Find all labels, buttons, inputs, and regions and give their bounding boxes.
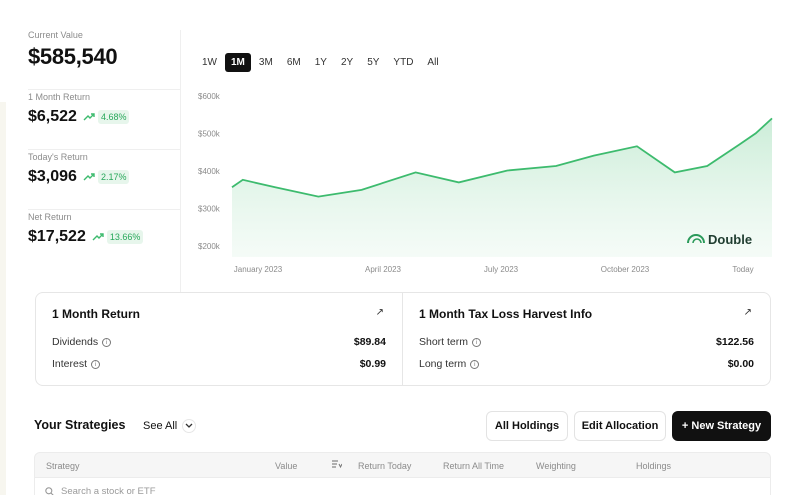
range-tab-6m[interactable]: 6M: [281, 53, 307, 72]
short-term-row: Short term i $122.56: [419, 336, 754, 348]
dividends-row: Dividends i $89.84: [52, 336, 386, 348]
month-return-label: 1 Month Return: [28, 92, 91, 102]
trend-up-icon: [83, 113, 95, 121]
double-logo-text: Double: [708, 232, 752, 247]
month-return-stat: 1 Month Return $6,522 4.68%: [28, 90, 180, 150]
net-return-stat: Net Return $17,522 13.66%: [28, 210, 180, 270]
y-axis-label: $600k: [198, 92, 221, 101]
current-value-label: Current Value: [28, 30, 83, 40]
info-icon[interactable]: i: [472, 337, 482, 347]
short-term-label: Short term: [419, 336, 469, 348]
x-axis-label: Today: [732, 265, 753, 274]
net-return-pct-badge: 13.66%: [106, 230, 144, 244]
page-background-strip: [0, 102, 6, 495]
arrow-up-right-icon[interactable]: ↗: [744, 307, 752, 318]
month-return-value: $6,522: [28, 108, 77, 125]
today-return-value: $3,096: [28, 168, 77, 185]
tax-loss-panel: 1 Month Tax Loss Harvest Info ↗ Short te…: [403, 293, 770, 385]
x-axis-label: April 2023: [365, 265, 402, 274]
today-return-pct-badge: 2.17%: [97, 170, 130, 184]
return-info-card: 1 Month Return ↗ Dividends i $89.84 Inter…: [35, 292, 771, 386]
info-icon[interactable]: i: [470, 359, 480, 369]
strategies-title: Your Strategies: [34, 418, 126, 432]
see-all-dropdown[interactable]: See All: [143, 419, 197, 433]
summary-divider: [180, 30, 181, 292]
current-value: $585,540: [28, 44, 118, 69]
strategies-table-header: Strategy Value Return Today Return All T…: [34, 452, 771, 478]
month-return-pct-badge: 4.68%: [97, 110, 130, 124]
search-input[interactable]: Search a stock or ETF: [61, 486, 156, 495]
range-tab-1m[interactable]: 1M: [225, 53, 251, 72]
range-tabs: 1W 1M 3M 6M 1Y 2Y 5Y YTD All: [196, 53, 445, 72]
y-axis-label: $500k: [198, 130, 221, 139]
trend-up-icon: [83, 173, 95, 181]
interest-row: Interest i $0.99: [52, 358, 386, 370]
column-value[interactable]: Value: [275, 461, 297, 471]
info-icon[interactable]: i: [91, 359, 101, 369]
month-return-title: 1 Month Return: [52, 307, 140, 321]
search-icon: [45, 487, 54, 495]
long-term-row: Long term i $0.00: [419, 358, 754, 370]
month-return-panel: 1 Month Return ↗ Dividends i $89.84 Inter…: [36, 293, 403, 385]
column-strategy[interactable]: Strategy: [46, 461, 80, 471]
x-axis-label: July 2023: [484, 265, 519, 274]
range-tab-ytd[interactable]: YTD: [387, 53, 419, 72]
y-axis-label: $300k: [198, 205, 221, 214]
column-weighting[interactable]: Weighting: [536, 461, 576, 471]
chevron-down-icon[interactable]: [182, 419, 197, 433]
column-return-all-time[interactable]: Return All Time: [443, 461, 504, 471]
info-icon[interactable]: i: [102, 337, 112, 347]
arrow-up-right-icon[interactable]: ↗: [376, 307, 384, 318]
new-strategy-button[interactable]: + New Strategy: [672, 411, 771, 441]
current-value-stat: Current Value $585,540: [28, 30, 180, 90]
column-holdings[interactable]: Holdings: [636, 461, 671, 471]
dividends-value: $89.84: [353, 336, 386, 348]
column-return-today[interactable]: Return Today: [358, 461, 411, 471]
short-term-value: $122.56: [716, 336, 754, 348]
x-axis-label: January 2023: [234, 265, 283, 274]
edit-allocation-button[interactable]: Edit Allocation: [574, 411, 666, 441]
range-tab-all[interactable]: All: [421, 53, 444, 72]
interest-value: $0.99: [359, 358, 386, 370]
portfolio-value-chart: $600k $500k $400k $300k $200k January 2023 Ap…: [198, 92, 773, 274]
strategy-search-row[interactable]: Search a stock or ETF: [34, 478, 771, 495]
y-axis-label: $200k: [198, 242, 221, 251]
y-axis-label: $400k: [198, 167, 221, 176]
range-tab-1w[interactable]: 1W: [196, 53, 223, 72]
range-tab-5y[interactable]: 5Y: [361, 53, 385, 72]
net-return-value: $17,522: [28, 228, 86, 245]
range-tab-3m[interactable]: 3M: [253, 53, 279, 72]
portfolio-summary: Current Value $585,540 1 Month Return $6…: [28, 30, 180, 270]
interest-label: Interest: [52, 358, 88, 370]
sort-icon[interactable]: [331, 459, 343, 471]
x-axis-label: October 2023: [601, 265, 650, 274]
net-return-label: Net Return: [28, 212, 72, 222]
range-tab-1y[interactable]: 1Y: [309, 53, 333, 72]
long-term-value: $0.00: [727, 358, 754, 370]
see-all-label: See All: [143, 420, 178, 432]
today-return-label: Today's Return: [28, 152, 88, 162]
long-term-label: Long term: [419, 358, 467, 370]
range-tab-2y[interactable]: 2Y: [335, 53, 359, 72]
tax-loss-title: 1 Month Tax Loss Harvest Info: [419, 307, 593, 321]
all-holdings-button[interactable]: All Holdings: [486, 411, 568, 441]
today-return-stat: Today's Return $3,096 2.17%: [28, 150, 180, 210]
trend-up-icon: [92, 233, 104, 241]
dividends-label: Dividends: [52, 336, 99, 348]
